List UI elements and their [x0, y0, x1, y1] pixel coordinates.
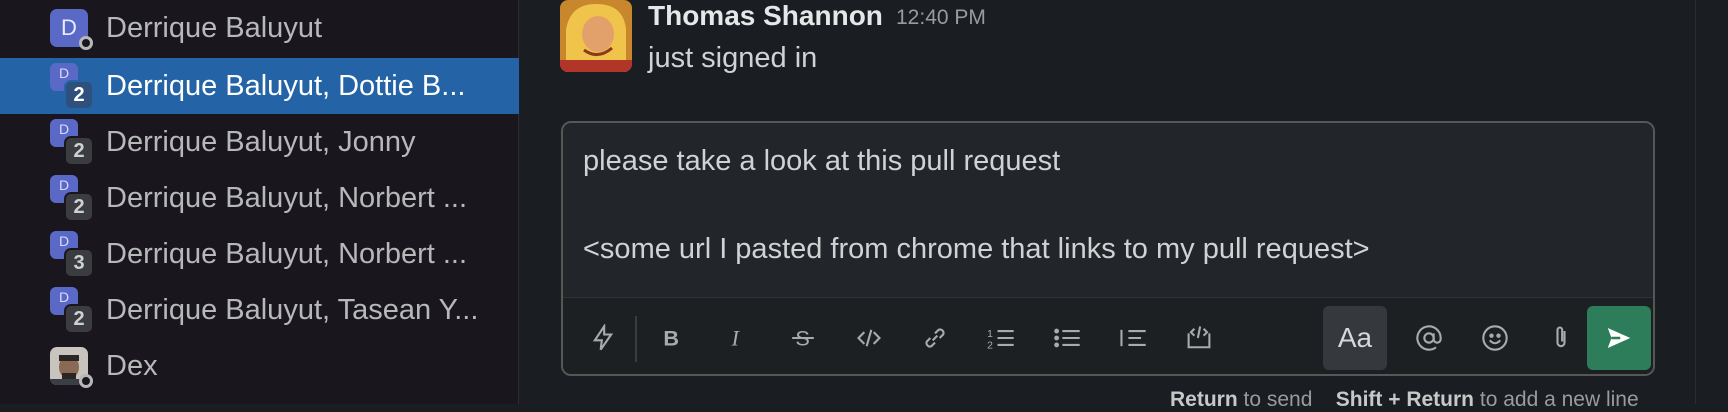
italic-icon[interactable]: I [713, 314, 761, 362]
sidebar-item-label: Dex [106, 350, 158, 382]
message-timestamp[interactable]: 12:40 PM [896, 6, 986, 30]
mention-icon[interactable] [1405, 314, 1453, 362]
bold-icon[interactable]: B [647, 314, 695, 362]
sidebar-item-group-dm[interactable]: D 2 Derrique Baluyut, Jonny [0, 114, 519, 170]
sidebar-item-label: Derrique Baluyut, Norbert ... [106, 238, 468, 270]
sidebar-item-group-dm[interactable]: D 2 Derrique Baluyut, Tasean Y... [0, 282, 519, 338]
avatar[interactable] [560, 0, 632, 72]
message-author[interactable]: Thomas Shannon [648, 0, 883, 32]
composer-line[interactable]: <some url I pasted from chrome that link… [583, 233, 1370, 266]
link-icon[interactable] [911, 314, 959, 362]
code-icon[interactable] [845, 314, 893, 362]
member-count-badge: 3 [64, 248, 94, 278]
svg-text:2: 2 [987, 340, 993, 351]
message-composer[interactable]: please take a look at this pull request … [561, 121, 1655, 376]
send-icon [1607, 328, 1631, 348]
attachment-icon[interactable] [1537, 314, 1585, 362]
sidebar: D Derrique Baluyut D 2 Derrique Baluyut,… [0, 0, 519, 404]
sidebar-item-group-dm[interactable]: D 2 Derrique Baluyut, Norbert ... [0, 170, 519, 226]
formatting-toolbar: B I S 12 Aa [563, 297, 1653, 374]
sidebar-item-label: Derrique Baluyut, Tasean Y... [106, 294, 479, 326]
sidebar-item-label: Derrique Baluyut, Dottie B... [106, 70, 466, 102]
lightning-icon[interactable] [579, 314, 627, 362]
sidebar-item-label: Derrique Baluyut, Norbert ... [106, 182, 468, 214]
member-count-badge: 2 [64, 192, 94, 222]
bulleted-list-icon[interactable] [1043, 314, 1091, 362]
member-count-badge: 2 [64, 136, 94, 166]
send-button[interactable] [1587, 306, 1651, 370]
message-text: just signed in [648, 42, 818, 74]
formatting-toggle-button[interactable]: Aa [1323, 306, 1387, 370]
scrollbar[interactable] [1695, 0, 1696, 404]
blockquote-icon[interactable] [1109, 314, 1157, 362]
sidebar-item-dex[interactable]: Dex [0, 338, 519, 394]
member-count-badge: 2 [64, 304, 94, 334]
composer-line[interactable]: please take a look at this pull request [583, 145, 1060, 178]
sidebar-item-label: Derrique Baluyut, Jonny [106, 126, 416, 158]
sidebar-item-derrique-baluyut[interactable]: D Derrique Baluyut [0, 0, 519, 56]
presence-indicator [79, 374, 93, 388]
sidebar-item-group-dm[interactable]: D 3 Derrique Baluyut, Norbert ... [0, 226, 519, 282]
sidebar-item-label: Derrique Baluyut [106, 12, 322, 44]
strikethrough-icon[interactable]: S [779, 314, 827, 362]
presence-indicator [79, 36, 93, 50]
composer-hint: Return to send Shift + Return to add a n… [1170, 388, 1639, 411]
sidebar-item-group-dm-active[interactable]: D 2 Derrique Baluyut, Dottie B... [0, 58, 519, 114]
emoji-icon[interactable] [1471, 314, 1519, 362]
toolbar-divider [635, 316, 637, 362]
member-count-badge: 2 [64, 80, 94, 110]
svg-text:B: B [663, 326, 679, 351]
svg-text:I: I [731, 327, 741, 351]
svg-text:1: 1 [987, 329, 993, 340]
code-block-icon[interactable] [1175, 314, 1223, 362]
ordered-list-icon[interactable]: 12 [977, 314, 1025, 362]
